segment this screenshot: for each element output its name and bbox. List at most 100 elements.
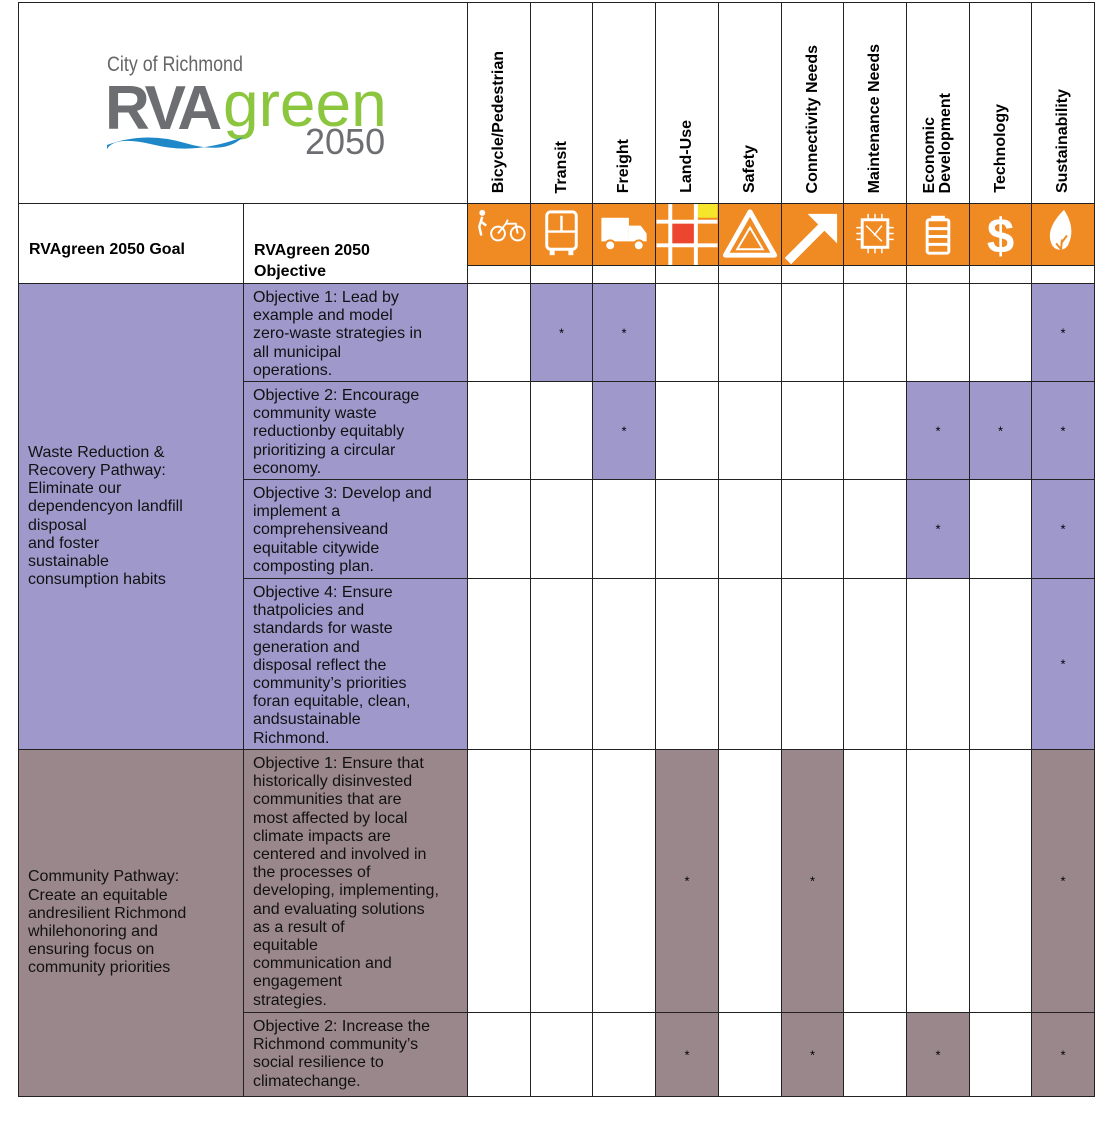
mark-asterisk: *	[935, 423, 941, 438]
marked-cell: *	[655, 749, 719, 1013]
empty-cell	[718, 749, 782, 1013]
logo-year-text: 2050	[305, 121, 386, 162]
category-label: Land-Use	[678, 120, 695, 193]
objective-cell: Objective 3: Develop and implement a com…	[243, 479, 468, 579]
category-header: Technology	[969, 2, 1032, 204]
mark-asterisk: *	[1060, 521, 1066, 537]
category-header: Safety	[718, 2, 782, 204]
empty-cell	[969, 283, 1032, 382]
warning-triangle-icon	[718, 203, 782, 266]
chip-icon	[843, 203, 907, 266]
marked-cell: *	[530, 283, 593, 382]
category-label: Maintenance Needs	[866, 43, 883, 193]
marked-cell: *	[906, 479, 970, 579]
marked-cell: *	[1031, 749, 1095, 1013]
mark-asterisk: *	[935, 521, 941, 537]
goal-header: RVAgreen 2050 Goal	[18, 203, 244, 284]
category-label: Technology	[991, 104, 1009, 193]
bus-icon	[530, 203, 593, 266]
empty-cell	[969, 578, 1032, 750]
empty-cell	[906, 283, 970, 382]
empty-cell	[718, 283, 782, 382]
mark-asterisk: *	[1060, 873, 1066, 889]
marked-cell: *	[969, 381, 1032, 480]
empty-cell	[592, 479, 656, 579]
objective-cell: Objective 4: Ensure thatpolicies and sta…	[243, 578, 468, 750]
empty-cell	[843, 479, 907, 579]
objective-header: RVAgreen 2050 Objective	[243, 203, 468, 284]
dollar-icon: $	[969, 203, 1032, 266]
empty-cell	[655, 479, 719, 579]
marked-cell: *	[1031, 1012, 1095, 1097]
empty-cell	[655, 578, 719, 750]
empty-cell	[718, 381, 782, 480]
mark-asterisk: *	[809, 873, 816, 889]
mark-asterisk: *	[684, 1047, 690, 1062]
empty-cell	[843, 749, 907, 1013]
objective-cell: Objective 2: Encourage community waste r…	[243, 381, 468, 480]
svg-text:$: $	[987, 209, 1014, 264]
marked-cell: *	[655, 1012, 719, 1097]
empty-cell	[906, 265, 970, 284]
empty-cell	[530, 578, 593, 750]
marked-cell: *	[592, 381, 656, 480]
empty-cell	[467, 1012, 531, 1097]
category-header: Connectivity Needs	[781, 2, 844, 204]
empty-cell	[781, 265, 844, 284]
category-header: Transit	[530, 2, 593, 204]
empty-cell	[655, 283, 719, 382]
category-header: Freight	[592, 2, 656, 204]
land-use-grid-icon	[655, 203, 719, 266]
marked-cell: *	[906, 381, 970, 480]
empty-cell	[781, 283, 844, 382]
category-label: Economic Development	[921, 92, 954, 193]
empty-cell	[969, 479, 1032, 579]
marked-cell: *	[781, 749, 844, 1013]
category-label: Transit	[552, 140, 570, 193]
empty-cell	[718, 578, 782, 750]
marked-cell: *	[781, 1012, 844, 1097]
category-label: Safety	[741, 144, 758, 193]
goal-cell: Waste Reduction & Recovery Pathway: Elim…	[18, 283, 244, 750]
empty-cell	[843, 578, 907, 750]
battery-icon	[906, 203, 970, 266]
mark-asterisk: *	[935, 1047, 941, 1062]
empty-cell	[530, 265, 593, 284]
mark-asterisk: *	[1060, 1047, 1066, 1062]
empty-cell	[467, 749, 531, 1013]
mark-asterisk: *	[1060, 656, 1066, 672]
empty-cell	[843, 283, 907, 382]
logo-cell: City of Richmond RVA green 2050	[18, 2, 468, 204]
empty-cell	[1031, 265, 1095, 284]
rvagreen-logo: City of Richmond RVA green 2050	[105, 53, 395, 163]
empty-cell	[655, 265, 719, 284]
mark-asterisk: *	[621, 423, 627, 438]
empty-cell	[969, 749, 1032, 1013]
objective-cell: Objective 2: Increase the Richmond commu…	[243, 1012, 468, 1097]
empty-cell	[906, 749, 970, 1013]
marked-cell: *	[906, 1012, 970, 1097]
empty-cell	[592, 749, 656, 1013]
empty-cell	[781, 578, 844, 750]
category-header: Sustainability	[1031, 2, 1095, 204]
empty-cell	[530, 749, 593, 1013]
mark-asterisk: *	[997, 423, 1004, 438]
empty-cell	[781, 381, 844, 480]
marked-cell: *	[1031, 283, 1095, 382]
empty-cell	[781, 479, 844, 579]
empty-cell	[592, 265, 656, 284]
empty-cell	[906, 578, 970, 750]
empty-cell	[530, 381, 593, 480]
empty-cell	[843, 265, 907, 284]
empty-cell	[467, 381, 531, 480]
objective-cell: Objective 1: Lead by example and model z…	[243, 283, 468, 382]
empty-cell	[969, 1012, 1032, 1097]
marked-cell: *	[592, 283, 656, 382]
empty-cell	[655, 381, 719, 480]
empty-cell	[592, 578, 656, 750]
mark-asterisk: *	[684, 873, 690, 889]
empty-cell	[969, 265, 1032, 284]
mark-asterisk: *	[1060, 325, 1066, 340]
goal-cell: Community Pathway: Create an equitable a…	[18, 749, 244, 1097]
category-label: Connectivity Needs	[803, 44, 821, 193]
